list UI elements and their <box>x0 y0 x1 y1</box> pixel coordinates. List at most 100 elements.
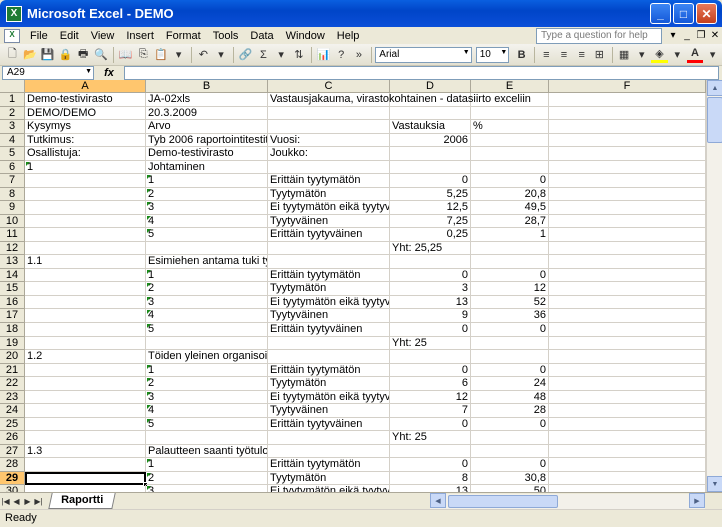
new-icon[interactable]: 🗋 <box>4 46 21 63</box>
table-cell[interactable]: 0 <box>390 323 471 337</box>
table-cell[interactable] <box>25 282 146 296</box>
table-cell[interactable]: 1 <box>146 363 268 378</box>
last-sheet-icon[interactable]: ▶| <box>33 497 44 506</box>
scroll-down-icon[interactable]: ▼ <box>707 476 722 492</box>
row-header[interactable]: 20 <box>0 350 25 364</box>
table-cell[interactable]: 30,8 <box>471 471 549 486</box>
table-cell[interactable]: 20.3.2009 <box>146 106 268 121</box>
table-cell[interactable] <box>25 309 146 323</box>
table-cell[interactable]: Palautteen saanti työtulok <box>146 444 268 459</box>
table-cell[interactable] <box>471 147 549 161</box>
row-header[interactable]: 11 <box>0 228 25 242</box>
align-left-icon[interactable]: ≡ <box>538 46 555 63</box>
spreadsheet-grid[interactable]: A B C D E F 1 Demo-testivirasto JA-02xls Vastausj… <box>0 80 706 492</box>
table-cell[interactable]: 7 <box>390 404 471 418</box>
close-button[interactable]: ✕ <box>696 3 717 24</box>
active-cell[interactable] <box>25 471 146 486</box>
table-cell[interactable] <box>549 471 706 486</box>
column-header-c[interactable]: C <box>268 80 390 93</box>
prev-sheet-icon[interactable]: ◀ <box>11 497 22 506</box>
table-cell[interactable] <box>471 106 549 121</box>
align-right-icon[interactable]: ≡ <box>573 46 590 63</box>
font-color-icon[interactable]: A <box>686 46 704 63</box>
table-cell[interactable] <box>471 160 549 175</box>
table-cell[interactable] <box>549 390 706 405</box>
table-cell[interactable]: 7,25 <box>390 214 471 229</box>
font-size-select[interactable]: 10 ▼ <box>475 46 510 63</box>
copy-icon[interactable]: ⎘ <box>135 46 152 63</box>
table-cell[interactable]: 0 <box>390 458 471 472</box>
table-cell[interactable] <box>25 431 146 445</box>
table-cell[interactable] <box>25 214 146 229</box>
table-cell[interactable]: 3 <box>146 295 268 310</box>
table-cell[interactable]: 28,7 <box>471 214 549 229</box>
fill-color-icon[interactable]: ◈ <box>651 46 668 63</box>
table-cell[interactable] <box>549 309 706 323</box>
row-header[interactable]: 30 <box>0 485 25 492</box>
row-header[interactable]: 9 <box>0 201 25 215</box>
table-cell[interactable]: 1.3 <box>25 444 146 459</box>
column-header-b[interactable]: B <box>146 80 268 93</box>
table-cell[interactable]: Erittäin tyytymätön <box>268 363 390 378</box>
column-header-e[interactable]: E <box>471 80 549 93</box>
table-cell[interactable] <box>549 336 706 351</box>
table-cell[interactable] <box>25 187 146 202</box>
table-cell[interactable]: 3 <box>390 282 471 296</box>
row-header[interactable]: 27 <box>0 444 25 459</box>
menu-view[interactable]: View <box>85 30 121 42</box>
table-cell[interactable]: 0 <box>471 268 549 283</box>
open-icon[interactable]: 📂 <box>22 46 39 63</box>
table-cell[interactable]: Tyytymätön <box>268 187 390 202</box>
table-cell[interactable] <box>549 106 706 121</box>
table-cell[interactable]: 0 <box>390 417 471 432</box>
font-color-dropdown-icon[interactable]: ▾ <box>704 46 721 63</box>
table-cell[interactable] <box>549 444 706 459</box>
column-header-a[interactable]: A <box>25 80 146 93</box>
table-cell[interactable] <box>549 485 706 492</box>
minimize-button[interactable]: _ <box>650 3 671 24</box>
table-cell[interactable] <box>25 404 146 418</box>
table-cell[interactable]: 1 <box>146 174 268 188</box>
first-sheet-icon[interactable]: |◀ <box>0 497 11 506</box>
table-cell[interactable]: 36 <box>471 309 549 323</box>
row-header[interactable]: 26 <box>0 431 25 445</box>
row-header[interactable]: 22 <box>0 377 25 391</box>
row-header[interactable]: 2 <box>0 106 25 121</box>
table-cell[interactable]: Ei tyytymätön eikä tyytyväinen <box>268 295 390 310</box>
table-cell[interactable] <box>471 133 549 148</box>
table-cell[interactable] <box>268 336 390 351</box>
merge-center-icon[interactable]: ⊞ <box>591 46 608 63</box>
table-cell[interactable]: Erittäin tyytyväinen <box>268 228 390 242</box>
table-cell[interactable] <box>471 444 549 459</box>
table-cell[interactable]: 3 <box>146 390 268 405</box>
table-cell[interactable]: 0,25 <box>390 228 471 242</box>
vertical-scroll-thumb[interactable] <box>707 97 722 143</box>
table-cell[interactable] <box>549 93 706 107</box>
help-search-input[interactable]: Type a question for help <box>536 27 662 44</box>
row-header[interactable]: 13 <box>0 255 25 269</box>
table-cell[interactable]: Yht: 25,25 <box>390 241 471 256</box>
table-cell[interactable]: 0 <box>471 363 549 378</box>
table-cell[interactable]: Kysymys <box>25 120 146 134</box>
table-cell[interactable]: 4 <box>146 404 268 418</box>
table-cell[interactable]: 0 <box>390 268 471 283</box>
autosum-dropdown-icon[interactable]: ▾ <box>273 46 290 63</box>
table-cell[interactable] <box>549 133 706 148</box>
row-header[interactable]: 4 <box>0 133 25 148</box>
table-cell[interactable] <box>549 160 706 175</box>
table-cell[interactable]: Erittäin tyytymätön <box>268 268 390 283</box>
table-cell[interactable] <box>549 417 706 432</box>
table-cell[interactable]: 0 <box>471 417 549 432</box>
autosum-icon[interactable]: Σ <box>255 46 272 63</box>
table-cell[interactable] <box>268 160 390 175</box>
row-header[interactable]: 8 <box>0 187 25 202</box>
table-cell[interactable]: 2 <box>146 282 268 296</box>
align-center-icon[interactable]: ≡ <box>556 46 573 63</box>
table-cell[interactable]: 0 <box>471 174 549 188</box>
row-header[interactable]: 15 <box>0 282 25 296</box>
table-cell[interactable] <box>25 228 146 242</box>
table-cell[interactable] <box>390 255 471 269</box>
table-cell[interactable] <box>549 323 706 337</box>
column-header-d[interactable]: D <box>390 80 471 93</box>
table-cell[interactable] <box>471 241 549 256</box>
